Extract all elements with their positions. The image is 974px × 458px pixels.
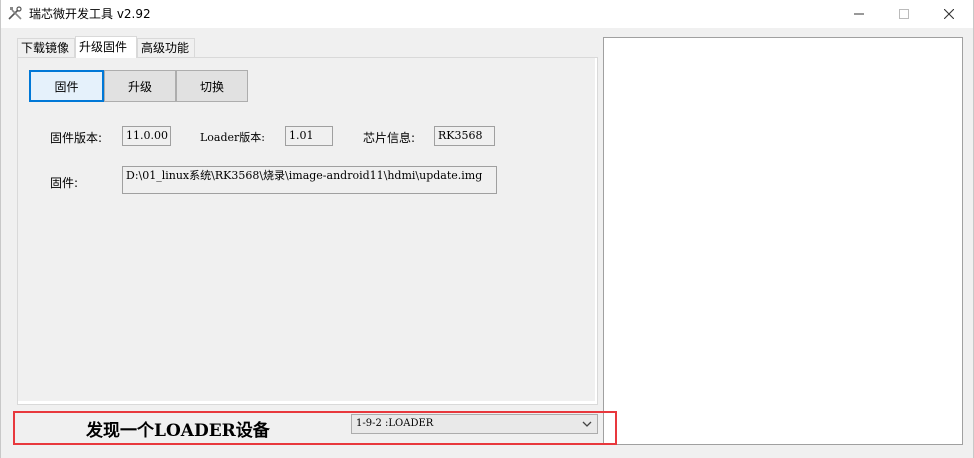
tools-icon [8, 6, 22, 20]
firmware-version-field: 11.0.00 [122, 126, 171, 146]
tab-advanced[interactable]: 高级功能 [137, 38, 195, 57]
firmware-version-label: 固件版本: [50, 131, 103, 145]
maximize-icon [899, 9, 909, 19]
panel-edge [595, 58, 597, 404]
loader-version-field: 1.01 [285, 126, 333, 146]
device-status-message: 发现一个LOADER设备 [86, 421, 270, 441]
loader-version-label: Loader版本: [200, 131, 266, 144]
log-output-pane[interactable] [603, 37, 963, 445]
minimize-button[interactable] [836, 0, 882, 28]
chip-info-label: 芯片信息: [363, 131, 416, 145]
firmware-path-field: D:\01_linux系统\RK3568\烧录\image-android11\… [122, 166, 497, 194]
chevron-down-icon [582, 421, 592, 427]
window-title: 瑞芯微开发工具 v2.92 [29, 7, 151, 21]
device-select[interactable]: 1-9-2 :LOADER [351, 414, 598, 434]
firmware-path-label: 固件: [50, 176, 79, 190]
close-button[interactable] [926, 0, 972, 28]
upgrade-button[interactable]: 升级 [104, 70, 176, 102]
tab-download-image[interactable]: 下载镜像 [17, 38, 75, 57]
chip-info-field: RK3568 [434, 126, 495, 146]
minimize-icon [854, 13, 864, 15]
panel-edge-bottom [18, 401, 597, 404]
firmware-button[interactable]: 固件 [29, 70, 104, 102]
app-window: 瑞芯微开发工具 v2.92 下载镜像 升级固件 高级功能 固件 升级 切换 固件… [0, 0, 974, 458]
tab-upgrade-firmware[interactable]: 升级固件 [75, 36, 137, 58]
device-select-value: 1-9-2 :LOADER [356, 418, 434, 429]
maximize-button[interactable] [881, 0, 927, 28]
close-icon [944, 9, 954, 19]
upgrade-firmware-panel: 固件 升级 切换 固件版本: 11.0.00 Loader版本: 1.01 芯片… [17, 57, 598, 405]
title-bar: 瑞芯微开发工具 v2.92 [1, 0, 973, 28]
switch-button[interactable]: 切换 [176, 70, 248, 102]
